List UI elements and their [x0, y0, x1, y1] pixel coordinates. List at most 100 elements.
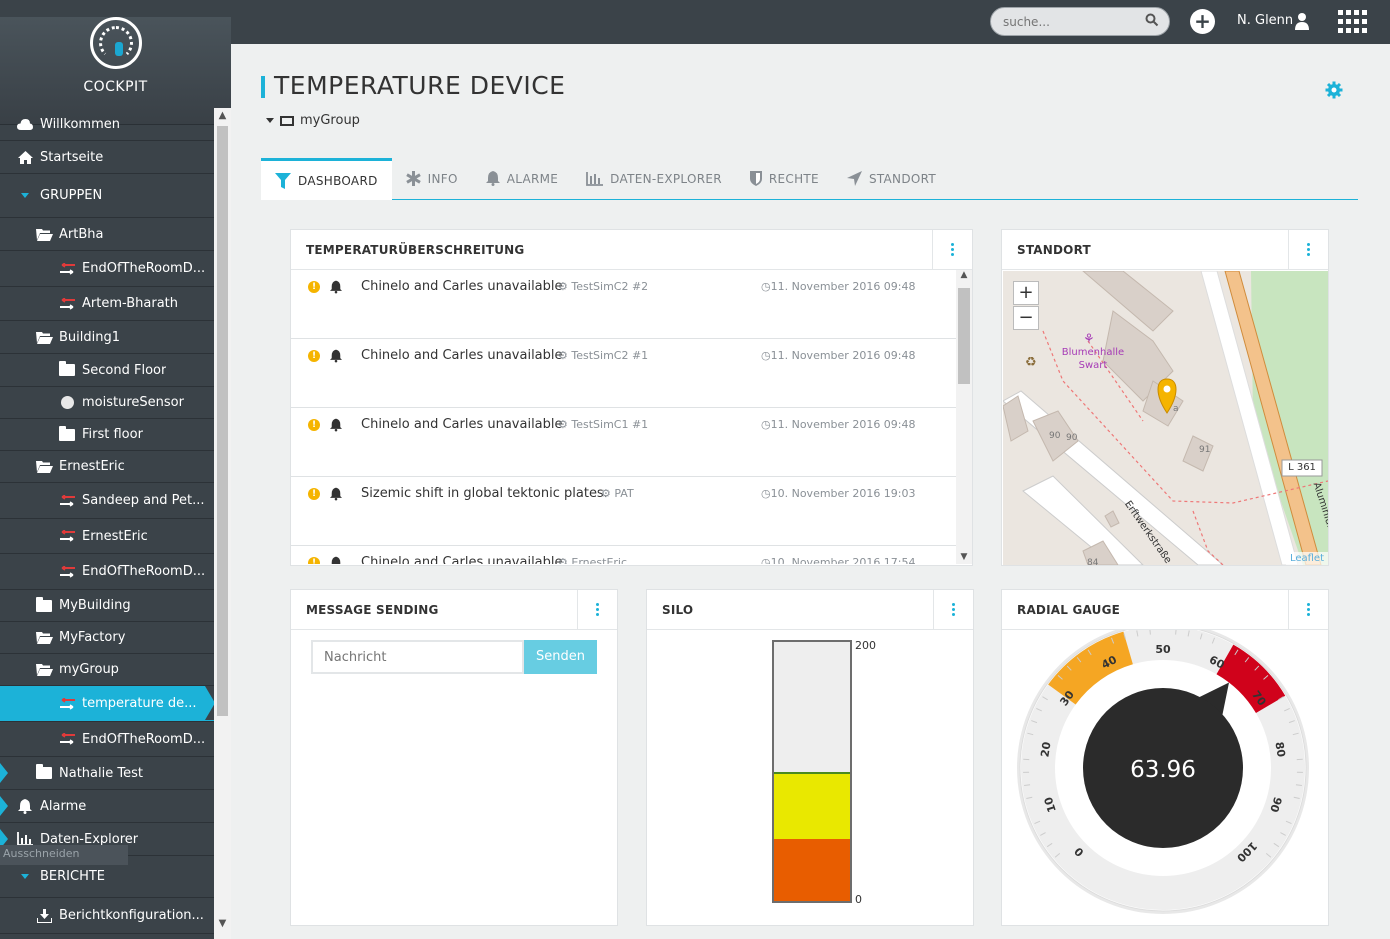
map-attribution-link[interactable]: Leaflet [1285, 552, 1328, 565]
sidebar-scroll-thumb[interactable] [217, 126, 228, 716]
bell-icon [16, 798, 34, 814]
alarm-source[interactable]: ⚙ TestSimC2 #2 [558, 280, 648, 293]
sidebar-item-temperature-de[interactable]: temperature de... [0, 686, 214, 722]
sidebar-item-artem-bharath[interactable]: Artem-Bharath [0, 287, 214, 321]
silo-tank [772, 640, 852, 903]
tab-alarme[interactable]: ALARME [472, 158, 572, 199]
sidebar-item-label: ErnestEric [59, 459, 125, 474]
alarm-scroll-thumb[interactable] [958, 288, 970, 384]
gear-icon: ⚙ [558, 556, 568, 564]
alarm-source-label: TestSimC2 #2 [571, 280, 649, 293]
sidebar-item-ernesteric[interactable]: ErnestEric [0, 519, 214, 554]
alarm-row[interactable]: ! Chinelo and Carles unavailable ⚙ TestSim… [291, 270, 956, 339]
sidebar-item-endoftheroomd[interactable]: EndOfTheRoomD... [0, 722, 214, 757]
alarm-time-label: 10. November 2016 17:54 [770, 556, 916, 564]
widget-menu-icon[interactable] [933, 590, 973, 629]
sidebar-item-mygroup[interactable]: myGroup [0, 654, 214, 686]
tab-bar: DASHBOARD INFO ALARME DATEN-EXPLORER RECHTE S… [261, 158, 1358, 200]
gauge-value: 63.96 [1130, 757, 1196, 783]
alarm-source[interactable]: ⚙ PAT [601, 487, 634, 500]
alarm-text: Chinelo and Carles unavailable [361, 348, 563, 363]
tab-label: INFO [427, 171, 458, 186]
alarm-list: ! Chinelo and Carles unavailable ⚙ TestSim… [291, 270, 956, 564]
sidebar-item-berichtkonfiguration[interactable]: Berichtkonfiguration... [0, 898, 214, 934]
tab-rechte[interactable]: RECHTE [736, 158, 833, 199]
expand-marker-icon[interactable] [0, 763, 8, 783]
expand-marker-icon[interactable] [0, 796, 8, 816]
app-name: COCKPIT [83, 79, 148, 95]
tab-label: ALARME [506, 171, 559, 186]
sidebar-item-label: Alarme [40, 798, 87, 814]
alarm-scrollbar[interactable]: ▲ ▼ [956, 270, 972, 564]
alarm-row[interactable]: ! Chinelo and Carles unavailable ⚙ ErnestE… [291, 546, 956, 564]
zoom-out-button[interactable]: − [1013, 306, 1039, 330]
sidebar-item-endoftheroomd[interactable]: EndOfTheRoomD... [0, 554, 214, 590]
sidebar-item-sandeep-and-pet[interactable]: Sandeep and Pet... [0, 483, 214, 519]
sidebar-item-moisturesensor[interactable]: moistureSensor [0, 387, 214, 419]
breadcrumb[interactable]: myGroup [266, 113, 360, 128]
sidebar-item-ernesteric[interactable]: ErnestEric [0, 451, 214, 483]
sidebar-item-startseite[interactable]: Startseite [0, 141, 214, 174]
alarm-time: ◷10. November 2016 17:54 [761, 556, 916, 564]
widget-menu-icon[interactable] [932, 230, 972, 269]
sidebar-item-alarme[interactable]: Alarme [0, 790, 214, 823]
user-icon[interactable] [1295, 12, 1309, 30]
folder-open-icon [35, 228, 53, 241]
tab-daten-explorer[interactable]: DATEN-EXPLORER [572, 158, 736, 199]
sidebar-item-artbha[interactable]: ArtBha [0, 218, 214, 251]
alarm-source[interactable]: ⚙ TestSimC1 #1 [558, 418, 648, 431]
alarm-source[interactable]: ⚙ ErnestEric [558, 556, 627, 564]
silo-widget: SILO 200 0 [646, 589, 974, 926]
apps-grid-icon[interactable] [1338, 10, 1367, 34]
sidebar-item-first-floor[interactable]: First floor [0, 419, 214, 451]
search-input[interactable] [990, 7, 1170, 36]
folder-open-icon [35, 631, 53, 644]
alarm-source[interactable]: ⚙ TestSimC2 #1 [558, 349, 648, 362]
tab-standort[interactable]: STANDORT [833, 158, 950, 199]
tab-dashboard[interactable]: DASHBOARD [261, 158, 392, 200]
message-input[interactable] [311, 640, 524, 674]
device-icon [58, 530, 76, 542]
user-name[interactable]: N. Glenn [1237, 13, 1293, 28]
sidebar-item-nathalie-test[interactable]: Nathalie Test [0, 757, 214, 790]
sidebar-item-endoftheroomd[interactable]: EndOfTheRoomD... [0, 251, 214, 287]
warning-icon: ! [308, 350, 320, 362]
widget-menu-icon[interactable] [577, 590, 617, 629]
device-icon [58, 697, 76, 710]
map-canvas[interactable]: ♻ ⚘ + − Blumenhalle Swart Erftwerkstraße… [1003, 271, 1328, 565]
clock-icon: ◷ [761, 487, 771, 500]
sidebar-item-building1[interactable]: Building1 [0, 321, 214, 354]
widget-title: RADIAL GAUGE [1017, 602, 1121, 617]
alarm-row[interactable]: ! Chinelo and Carles unavailable ⚙ TestSim… [291, 339, 956, 408]
alarm-text: Chinelo and Carles unavailable [361, 279, 563, 294]
sidebar-item-mybuilding[interactable]: MyBuilding [0, 590, 214, 622]
tab-info[interactable]: INFO [392, 158, 472, 199]
sidebar-item-label: EndOfTheRoomD... [82, 731, 206, 747]
alarm-row[interactable]: ! Sizemic shift in global tektonic plates… [291, 477, 956, 546]
send-button[interactable]: Senden [524, 640, 597, 674]
silo-min-label: 0 [855, 893, 862, 906]
gear-icon[interactable] [1325, 81, 1343, 99]
silo-fill-mid [774, 771, 850, 839]
widget-menu-icon[interactable] [1288, 230, 1328, 269]
bell-icon [330, 349, 342, 363]
alarm-time: ◷10. November 2016 19:03 [761, 487, 916, 500]
sidebar-item-label: GRUPPEN [40, 188, 103, 203]
alarm-row[interactable]: ! Chinelo and Carles unavailable ⚙ TestSim… [291, 408, 956, 477]
sidebar-item-second-floor[interactable]: Second Floor [0, 354, 214, 387]
sidebar-item-label: MyFactory [59, 630, 126, 645]
sidebar-item-myfactory[interactable]: MyFactory [0, 622, 214, 654]
caret-down-icon [16, 874, 34, 879]
alarm-text: Chinelo and Carles unavailable [361, 417, 563, 432]
folder-icon [58, 361, 76, 376]
search-icon[interactable] [1145, 13, 1159, 27]
alarm-time: ◷11. November 2016 09:48 [761, 280, 916, 293]
tab-label: RECHTE [768, 171, 819, 186]
sidebar-scrollbar[interactable]: ▲ ▼ [214, 108, 231, 939]
zoom-in-button[interactable]: + [1013, 281, 1039, 305]
widget-menu-icon[interactable] [1288, 590, 1328, 629]
sidebar-item-gruppen[interactable]: GRUPPEN [0, 174, 214, 218]
sidebar-item-willkommen[interactable]: Willkommen [0, 108, 214, 141]
sidebar-item-label: First floor [82, 427, 143, 442]
add-icon[interactable]: + [1190, 9, 1215, 34]
